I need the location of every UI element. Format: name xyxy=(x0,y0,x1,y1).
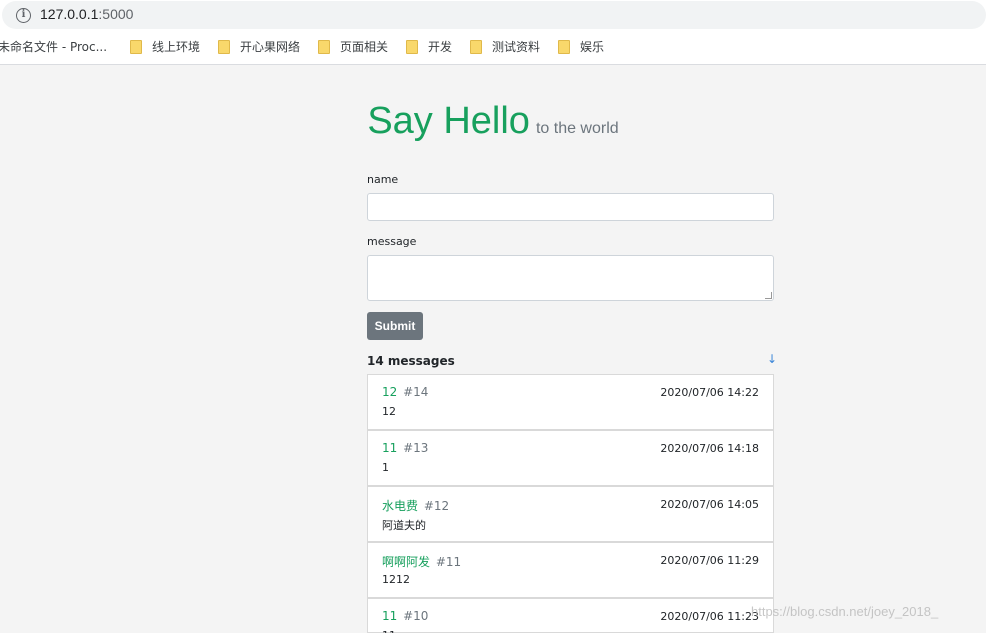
bookmark-folder[interactable]: 开心果网络 xyxy=(218,39,300,55)
message-body: 1212 xyxy=(382,573,410,586)
bookmark-label: 娱乐 xyxy=(580,40,605,54)
message-item: 12 #14 2020/07/06 14:22 12 xyxy=(367,374,774,430)
url-field[interactable]: i 127.0.0.1:5000 xyxy=(2,1,986,29)
message-author: 12 xyxy=(382,385,398,399)
folder-icon xyxy=(218,40,230,54)
message-body: 11 xyxy=(382,629,396,633)
url-text[interactable]: 127.0.0.1:5000 xyxy=(40,6,133,22)
bookmarks-bar: 未命名文件 - Proc... 线上环境 开心果网络 页面相关 开发 测试资料 … xyxy=(0,30,986,65)
bookmark-label: 开发 xyxy=(428,40,453,54)
bookmark-label: 开心果网络 xyxy=(240,40,301,54)
bookmark-folder[interactable]: 测试资料 xyxy=(470,39,540,55)
folder-icon xyxy=(558,40,570,54)
message-number: #11 xyxy=(435,555,462,569)
arrow-down-icon[interactable]: ↓ xyxy=(767,352,777,366)
folder-icon xyxy=(130,40,142,54)
message-time: 2020/07/06 14:22 xyxy=(660,386,759,399)
message-author-line: 啊啊阿发 #11 xyxy=(382,553,461,570)
message-author: 啊啊阿发 xyxy=(382,555,431,569)
message-number: #10 xyxy=(403,609,429,623)
message-author: 11 xyxy=(382,609,398,623)
message-item: 水电费 #12 2020/07/06 14:05 阿道夫的 xyxy=(367,486,774,542)
message-author-line: 11 #10 xyxy=(382,609,428,623)
message-author-line: 11 #13 xyxy=(382,441,428,455)
bookmark-folder[interactable]: 页面相关 xyxy=(318,39,388,55)
url-port: :5000 xyxy=(98,6,134,22)
bookmark-label: 未命名文件 - Proc... xyxy=(0,40,108,54)
message-count: 14 messages xyxy=(367,354,455,368)
title-text: Say Hello xyxy=(367,100,530,142)
message-time: 2020/07/06 11:29 xyxy=(660,554,759,567)
bookmark-label: 线上环境 xyxy=(152,40,201,54)
message-item: 11 #13 2020/07/06 14:18 1 xyxy=(367,430,774,486)
address-bar: i 127.0.0.1:5000 xyxy=(0,0,986,30)
resize-handle[interactable] xyxy=(765,292,772,299)
message-author-line: 12 #14 xyxy=(382,385,428,399)
name-input[interactable] xyxy=(367,193,774,221)
page-title: Say Hello to the world xyxy=(0,100,986,143)
message-time: 2020/07/06 14:18 xyxy=(660,442,759,455)
message-body: 12 xyxy=(382,405,396,418)
message-textarea[interactable] xyxy=(367,255,774,301)
name-label: name xyxy=(367,173,399,186)
message-item: 11 #10 2020/07/06 11:23 11 xyxy=(367,598,774,633)
message-body: 1 xyxy=(382,461,389,474)
watermark: https://blog.csdn.net/joey_2018_ xyxy=(751,604,939,619)
folder-icon xyxy=(406,40,418,54)
bookmark-item[interactable]: 未命名文件 - Proc... xyxy=(0,39,107,55)
info-icon[interactable]: i xyxy=(16,8,31,23)
folder-icon xyxy=(318,40,330,54)
message-author-line: 水电费 #12 xyxy=(382,497,449,514)
submit-button[interactable]: Submit xyxy=(367,312,423,340)
folder-icon xyxy=(470,40,482,54)
message-number: #14 xyxy=(403,385,429,399)
bookmark-folder[interactable]: 线上环境 xyxy=(130,39,200,55)
bookmark-label: 页面相关 xyxy=(340,40,389,54)
url-host: 127.0.0.1 xyxy=(40,6,99,22)
message-body: 阿道夫的 xyxy=(382,519,426,532)
message-author: 水电费 xyxy=(382,499,419,513)
message-item: 啊啊阿发 #11 2020/07/06 11:29 1212 xyxy=(367,542,774,598)
bookmark-folder[interactable]: 娱乐 xyxy=(558,39,604,55)
message-time: 2020/07/06 14:05 xyxy=(660,498,759,511)
message-label: message xyxy=(367,235,417,248)
message-time: 2020/07/06 11:23 xyxy=(660,610,759,623)
message-author: 11 xyxy=(382,441,398,455)
bookmark-folder[interactable]: 开发 xyxy=(406,39,452,55)
message-number: #13 xyxy=(403,441,429,455)
bookmark-label: 测试资料 xyxy=(492,40,541,54)
message-number: #12 xyxy=(423,499,450,513)
subtitle-text: to the world xyxy=(535,120,619,137)
